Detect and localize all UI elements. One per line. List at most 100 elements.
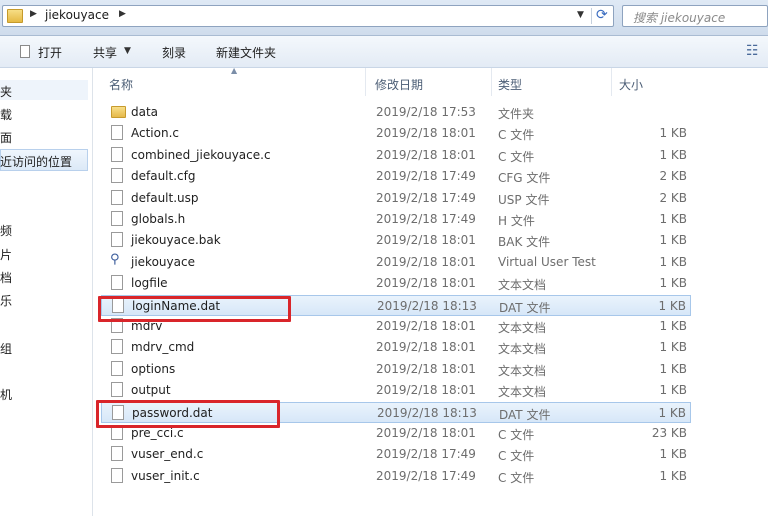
file-size: 1 KB (659, 447, 687, 461)
file-name: vuser_end.c (131, 447, 204, 461)
file-icon (111, 382, 123, 397)
file-type: C 文件 (498, 471, 535, 485)
highlight-box-loginname (98, 296, 291, 322)
file-size: 2 KB (659, 191, 687, 205)
file-type: BAK 文件 (498, 235, 551, 249)
file-type: H 文件 (498, 214, 535, 228)
chevron-down-icon[interactable]: ▼ (124, 46, 131, 56)
share-button[interactable]: 共享 (93, 44, 117, 61)
file-row[interactable]: combined_jiekouyace.c 2019/2/18 18:01 C 文件… (101, 145, 691, 166)
file-type: C 文件 (498, 128, 535, 142)
file-size: 1 KB (659, 276, 687, 290)
file-row[interactable]: default.cfg 2019/2/18 17:49 CFG 文件 2 KB (101, 166, 691, 187)
sort-ascending-icon: ▲ (231, 66, 238, 75)
column-header-date[interactable]: 修改日期 (375, 76, 423, 104)
nav-item-favorites[interactable]: 夹 (0, 83, 12, 100)
nav-item-computer[interactable]: 机 (0, 386, 12, 403)
view-options-icon[interactable]: ☷ (746, 43, 759, 59)
nav-item-recent-places[interactable]: 近访问的位置 (0, 153, 72, 170)
file-type: USP 文件 (498, 193, 550, 207)
file-size: 1 KB (658, 299, 686, 313)
file-date: 2019/2/18 18:01 (376, 362, 476, 376)
file-row[interactable]: jiekouyace.bak 2019/2/18 18:01 BAK 文件 1 KB (101, 230, 691, 251)
file-icon (111, 275, 123, 290)
file-row[interactable]: default.usp 2019/2/18 17:49 USP 文件 2 KB (101, 188, 691, 209)
file-size: 1 KB (659, 469, 687, 483)
file-date: 2019/2/18 17:49 (376, 191, 476, 205)
file-size: 23 KB (651, 426, 687, 440)
file-type: CFG 文件 (498, 171, 551, 185)
search-placeholder: 搜索 jiekouyace (633, 11, 726, 25)
nav-item-downloads[interactable]: 载 (0, 106, 12, 123)
column-divider[interactable] (365, 68, 366, 96)
breadcrumb-jiekouyace[interactable]: jiekouyace (45, 8, 109, 22)
file-row[interactable]: options 2019/2/18 18:01 文本文档 1 KB (101, 359, 691, 380)
new-folder-button[interactable]: 新建文件夹 (216, 44, 276, 61)
file-row[interactable]: vuser_init.c 2019/2/18 17:49 C 文件 1 KB (101, 466, 691, 487)
file-row[interactable]: logfile 2019/2/18 18:01 文本文档 1 KB (101, 273, 691, 294)
file-row[interactable]: Action.c 2019/2/18 18:01 C 文件 1 KB (101, 123, 691, 144)
address-bar[interactable]: ▶ jiekouyace ▶ ▼ ⟳ (2, 5, 614, 27)
file-row[interactable]: data 2019/2/18 17:53 文件夹 (101, 102, 691, 123)
file-date: 2019/2/18 17:49 (376, 212, 476, 226)
file-type: 文本文档 (498, 342, 547, 356)
file-name: combined_jiekouyace.c (131, 148, 271, 162)
file-size: 1 KB (659, 340, 687, 354)
refresh-icon[interactable]: ⟳ (596, 7, 608, 23)
column-divider[interactable] (611, 68, 612, 96)
breadcrumb-arrow-icon[interactable]: ▶ (30, 9, 37, 19)
file-date: 2019/2/18 18:13 (377, 299, 477, 313)
folder-icon (111, 106, 126, 118)
file-name: jiekouyace (131, 255, 195, 269)
file-row[interactable]: globals.h 2019/2/18 17:49 H 文件 1 KB (101, 209, 691, 230)
file-type: C 文件 (498, 449, 535, 463)
file-name: mdrv_cmd (131, 340, 195, 354)
file-row[interactable]: ⚲ jiekouyace 2019/2/18 18:01 Virtual User T… (101, 252, 691, 273)
file-name: data (131, 105, 159, 119)
file-name: globals.h (131, 212, 186, 226)
nav-item-videos[interactable]: 频 (0, 222, 12, 239)
file-date: 2019/2/18 18:13 (377, 406, 477, 420)
file-type: 文本文档 (498, 364, 547, 378)
column-divider[interactable] (491, 68, 492, 96)
address-dropdown-icon[interactable]: ▼ (577, 10, 584, 20)
file-name: options (131, 362, 176, 376)
nav-item-desktop[interactable]: 面 (0, 129, 12, 146)
file-name: jiekouyace.bak (131, 233, 221, 247)
nav-item-music[interactable]: 乐 (0, 292, 12, 309)
file-date: 2019/2/18 18:01 (376, 233, 476, 247)
file-row[interactable]: vuser_end.c 2019/2/18 17:49 C 文件 1 KB (101, 444, 691, 465)
nav-item-pictures[interactable]: 片 (0, 246, 12, 263)
file-icon (111, 232, 123, 247)
file-type: DAT 文件 (499, 301, 551, 315)
nav-hover-highlight (0, 80, 88, 100)
file-icon (111, 211, 123, 226)
file-name: vuser_init.c (131, 469, 200, 483)
file-size: 1 KB (658, 406, 686, 420)
file-row[interactable]: mdrv_cmd 2019/2/18 18:01 文本文档 1 KB (101, 337, 691, 358)
file-size: 1 KB (659, 362, 687, 376)
file-size: 1 KB (659, 255, 687, 269)
file-type: C 文件 (498, 150, 535, 164)
vugen-script-icon: ⚲ (110, 252, 120, 267)
file-icon (111, 190, 123, 205)
nav-item-homegroup[interactable]: 组 (0, 340, 12, 357)
breadcrumb-arrow-icon[interactable]: ▶ (119, 9, 126, 19)
file-row[interactable]: output 2019/2/18 18:01 文本文档 1 KB (101, 380, 691, 401)
file-size: 1 KB (659, 233, 687, 247)
file-size: 1 KB (659, 126, 687, 140)
file-date: 2019/2/18 17:49 (376, 447, 476, 461)
column-header-size[interactable]: 大小 (619, 76, 643, 104)
column-header-type[interactable]: 类型 (498, 76, 522, 104)
burn-button[interactable]: 刻录 (162, 44, 186, 61)
file-icon (111, 361, 123, 376)
file-name: Action.c (131, 126, 179, 140)
open-button[interactable]: 打开 (38, 44, 62, 61)
search-input[interactable]: 搜索 jiekouyace (622, 5, 768, 27)
file-date: 2019/2/18 18:01 (376, 319, 476, 333)
nav-item-documents[interactable]: 档 (0, 269, 12, 286)
file-name: logfile (131, 276, 168, 290)
column-header-name[interactable]: 名称 (109, 76, 133, 104)
file-icon (111, 468, 123, 483)
open-file-icon[interactable] (20, 45, 30, 58)
